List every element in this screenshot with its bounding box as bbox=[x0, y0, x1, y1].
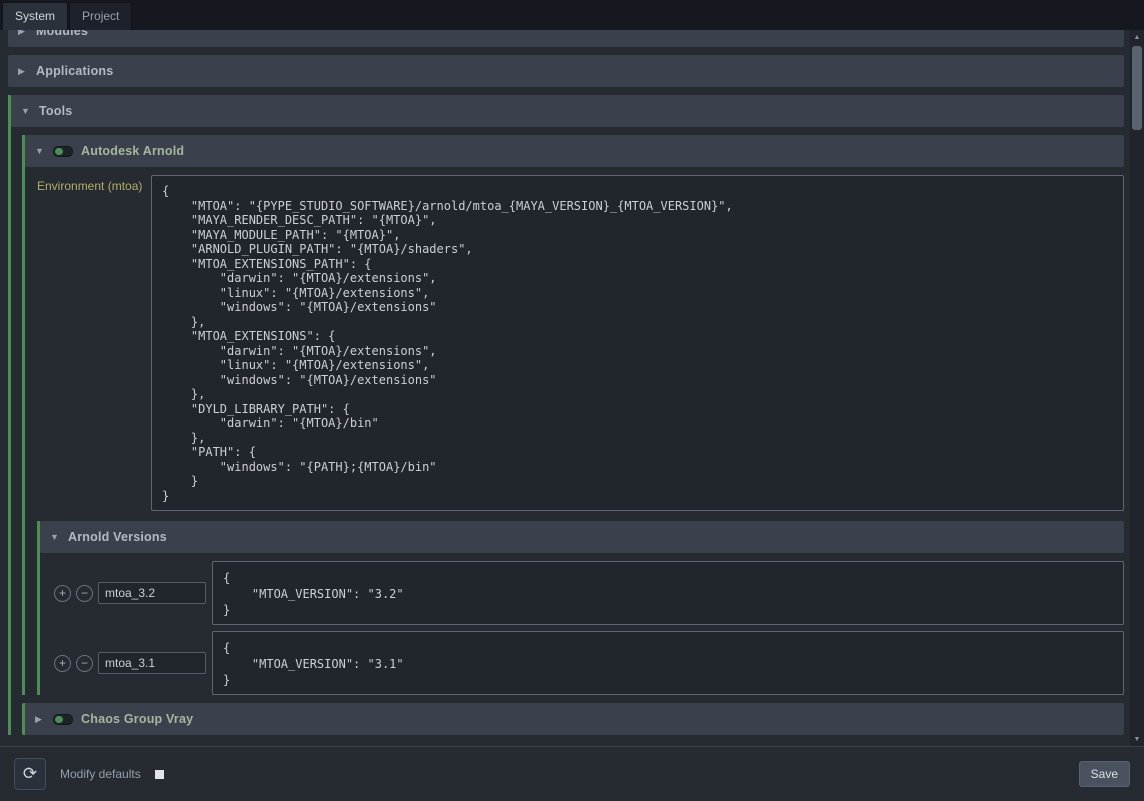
section-header-tools[interactable]: ▼ Tools bbox=[11, 95, 1124, 127]
section-label-tools: Tools bbox=[39, 104, 72, 118]
environment-json-editor[interactable]: { "MTOA": "{PYPE_STUDIO_SOFTWARE}/arnold… bbox=[151, 175, 1124, 511]
toggle-knob bbox=[55, 148, 63, 155]
arnold-enabled-toggle[interactable] bbox=[53, 146, 73, 157]
arnold-versions-group: ▼ Arnold Versions + − bbox=[37, 521, 1124, 695]
section-header-modules[interactable]: ▶ Modules bbox=[8, 30, 1124, 47]
version-row-controls: + − bbox=[40, 582, 212, 604]
remove-version-button[interactable]: − bbox=[76, 585, 93, 602]
section-label-arnold-versions: Arnold Versions bbox=[68, 530, 167, 544]
tab-system[interactable]: System bbox=[2, 2, 68, 30]
section-label-vray: Chaos Group Vray bbox=[81, 712, 193, 726]
scroll-down-icon[interactable]: ▼ bbox=[1130, 732, 1144, 746]
version-json-editor[interactable]: { "MTOA_VERSION": "3.2" } bbox=[212, 561, 1124, 625]
environment-row: Environment (mtoa) { "MTOA": "{PYPE_STUD… bbox=[37, 175, 1124, 511]
section-header-arnold-versions[interactable]: ▼ Arnold Versions bbox=[40, 521, 1124, 553]
section-label-applications: Applications bbox=[36, 64, 113, 78]
section-label-arnold: Autodesk Arnold bbox=[81, 144, 184, 158]
chevron-right-icon: ▶ bbox=[18, 66, 28, 77]
environment-label: Environment (mtoa) bbox=[37, 175, 151, 193]
toggle-knob bbox=[55, 716, 63, 723]
section-header-applications[interactable]: ▶ Applications bbox=[8, 55, 1124, 87]
scrollbar-thumb[interactable] bbox=[1132, 46, 1142, 130]
scroll-up-icon[interactable]: ▲ bbox=[1130, 30, 1144, 44]
settings-scroll-area: ▶ Modules ▶ Applications ▼ Tools bbox=[0, 30, 1130, 746]
versions-body: + − { "MTOA_VERSION": "3.2" } bbox=[40, 561, 1124, 695]
scrollbar-track[interactable] bbox=[1130, 44, 1144, 732]
refresh-button[interactable]: ⟳ bbox=[14, 758, 46, 790]
arnold-body: Environment (mtoa) { "MTOA": "{PYPE_STUD… bbox=[25, 175, 1124, 695]
section-tools-group: ▼ Tools ▼ Autodesk Arnold bbox=[8, 95, 1124, 735]
refresh-icon: ⟳ bbox=[23, 764, 37, 784]
version-key-input[interactable] bbox=[98, 652, 206, 674]
chevron-down-icon: ▼ bbox=[35, 146, 45, 156]
save-button[interactable]: Save bbox=[1079, 761, 1130, 787]
version-json-editor[interactable]: { "MTOA_VERSION": "3.1" } bbox=[212, 631, 1124, 695]
modify-defaults-checkbox[interactable] bbox=[155, 770, 164, 779]
arnold-group: ▼ Autodesk Arnold Environment (mtoa) { "… bbox=[22, 135, 1124, 695]
settings-content: ▶ Modules ▶ Applications ▼ Tools bbox=[8, 30, 1124, 735]
version-key-input[interactable] bbox=[98, 582, 206, 604]
settings-window: System Project ▶ Modules ▶ Applications … bbox=[0, 0, 1144, 801]
version-row-controls: + − bbox=[40, 652, 212, 674]
version-row: + − { "MTOA_VERSION": "3.2" } bbox=[40, 561, 1124, 625]
tab-bar: System Project bbox=[0, 0, 1144, 30]
footer-bar: ⟳ Modify defaults Save bbox=[0, 746, 1144, 801]
add-version-button[interactable]: + bbox=[54, 655, 71, 672]
tab-project[interactable]: Project bbox=[69, 2, 132, 30]
section-label-modules: Modules bbox=[36, 30, 88, 38]
chevron-right-icon: ▶ bbox=[35, 714, 45, 725]
remove-version-button[interactable]: − bbox=[76, 655, 93, 672]
version-row: + − { "MTOA_VERSION": "3.1" } bbox=[40, 631, 1124, 695]
modify-defaults-label: Modify defaults bbox=[60, 767, 141, 781]
section-header-arnold[interactable]: ▼ Autodesk Arnold bbox=[25, 135, 1124, 167]
chevron-right-icon: ▶ bbox=[18, 30, 28, 37]
chevron-down-icon: ▼ bbox=[50, 532, 60, 542]
section-header-vray[interactable]: ▶ Chaos Group Vray bbox=[22, 703, 1124, 735]
chevron-down-icon: ▼ bbox=[21, 106, 31, 116]
vray-enabled-toggle[interactable] bbox=[53, 714, 73, 725]
settings-main: ▶ Modules ▶ Applications ▼ Tools bbox=[0, 30, 1144, 746]
vertical-scrollbar[interactable]: ▲ ▼ bbox=[1130, 30, 1144, 746]
tools-body: ▼ Autodesk Arnold Environment (mtoa) { "… bbox=[11, 135, 1124, 735]
add-version-button[interactable]: + bbox=[54, 585, 71, 602]
